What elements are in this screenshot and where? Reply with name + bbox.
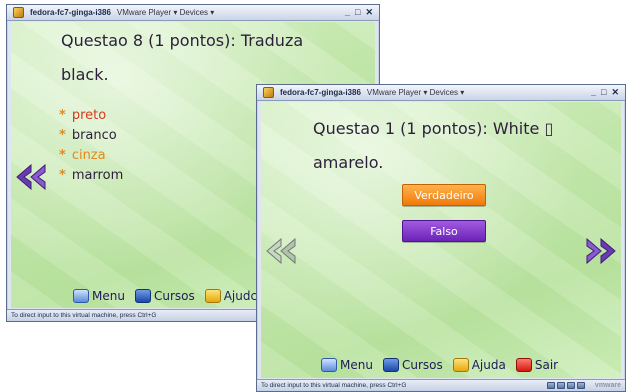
question-text: Questao 1 (1 pontos): White ▯ amarelo. [313,119,554,172]
yellow-key-icon [452,358,469,372]
option-bullet: * [59,128,66,143]
option-bullet: * [59,168,66,183]
close-button[interactable]: ✕ [611,87,619,98]
option-item[interactable]: * marrom [59,166,123,186]
option-label: preto [71,108,107,123]
maximize-button[interactable]: □ [355,7,360,18]
titlebar[interactable]: fedora-fc7-ginga-i386 VMware Player ▾ De… [257,85,625,101]
window-title: fedora-fc7-ginga-i386 [30,8,111,17]
ajuda-button[interactable]: Ajudc [204,289,258,303]
prev-arrow-button[interactable] [265,238,297,264]
next-arrow-button[interactable] [585,238,617,264]
vmware-app-icon [13,7,24,18]
ajuda-label: Ajuda [471,358,506,372]
minimize-button[interactable]: _ [345,7,350,18]
titlebar[interactable]: fedora-fc7-ginga-i386 VMware Player ▾ De… [7,5,379,21]
option-label: branco [71,128,117,143]
double-chevron-right-icon [586,238,616,264]
status-text: To direct input to this virtual machine,… [261,382,407,389]
ajuda-button[interactable]: Ajuda [452,358,506,372]
maximize-button[interactable]: □ [601,87,606,98]
verdadeiro-button[interactable]: Verdadeiro [402,184,486,206]
usb-icon[interactable] [566,382,575,389]
cursos-button[interactable]: Cursos [382,358,443,372]
prev-arrow-button[interactable] [15,164,47,190]
status-bar: To direct input to this virtual machine,… [257,379,625,391]
ajuda-label: Ajudc [223,289,258,303]
option-bullet: * [59,148,66,163]
guest-screen[interactable]: Questao 1 (1 pontos): White ▯ amarelo. V… [261,102,621,378]
cdrom-icon[interactable] [556,382,565,389]
window-title: fedora-fc7-ginga-i386 [280,88,361,97]
menu-label: Menu [92,289,125,303]
option-bullet: * [59,108,66,123]
sound-icon[interactable] [576,382,585,389]
cursos-label: Cursos [153,289,195,303]
question-text: Questao 8 (1 pontos): Traduza black. [61,31,304,84]
vmware-logo: vmware [594,382,621,389]
sair-label: Sair [534,358,559,372]
vmware-app-icon [263,87,274,98]
window-controls: _ □ ✕ [345,7,373,18]
minimize-button[interactable]: _ [591,87,596,98]
network-icon[interactable] [546,382,555,389]
option-label: marrom [71,168,124,183]
menu-label: Menu [340,358,373,372]
answer-options: * preto * branco * cinza * marrom [59,106,123,186]
status-text: To direct input to this virtual machine,… [11,312,157,319]
menu-icon [73,289,89,303]
double-chevron-left-icon [266,238,296,264]
cursos-button[interactable]: Cursos [134,289,195,303]
sair-button[interactable]: Sair [515,358,559,372]
yellow-key-icon [204,289,221,303]
menu-icon [321,358,337,372]
red-key-icon [515,358,532,372]
option-item[interactable]: * preto [59,106,123,126]
close-button[interactable]: ✕ [365,7,373,18]
menu-button[interactable]: Menu [321,358,373,372]
option-item[interactable]: * cinza [59,146,123,166]
window-controls: _ □ ✕ [591,87,619,98]
player-menu[interactable]: VMware Player ▾ Devices ▾ [117,8,214,17]
cursos-label: Cursos [401,358,443,372]
blue-key-icon [382,358,399,372]
blue-key-icon [134,289,151,303]
option-item[interactable]: * branco [59,126,123,146]
footer-menu: Menu Cursos Ajudc [73,289,257,303]
player-menu[interactable]: VMware Player ▾ Devices ▾ [367,88,464,97]
footer-menu: Menu Cursos Ajuda Sair [321,358,558,372]
menu-button[interactable]: Menu [73,289,125,303]
falso-button[interactable]: Falso [402,220,486,242]
vm-window-right: fedora-fc7-ginga-i386 VMware Player ▾ De… [256,84,626,392]
device-tray: vmware [546,382,621,389]
option-label: cinza [71,148,106,163]
double-chevron-left-icon [16,164,46,190]
